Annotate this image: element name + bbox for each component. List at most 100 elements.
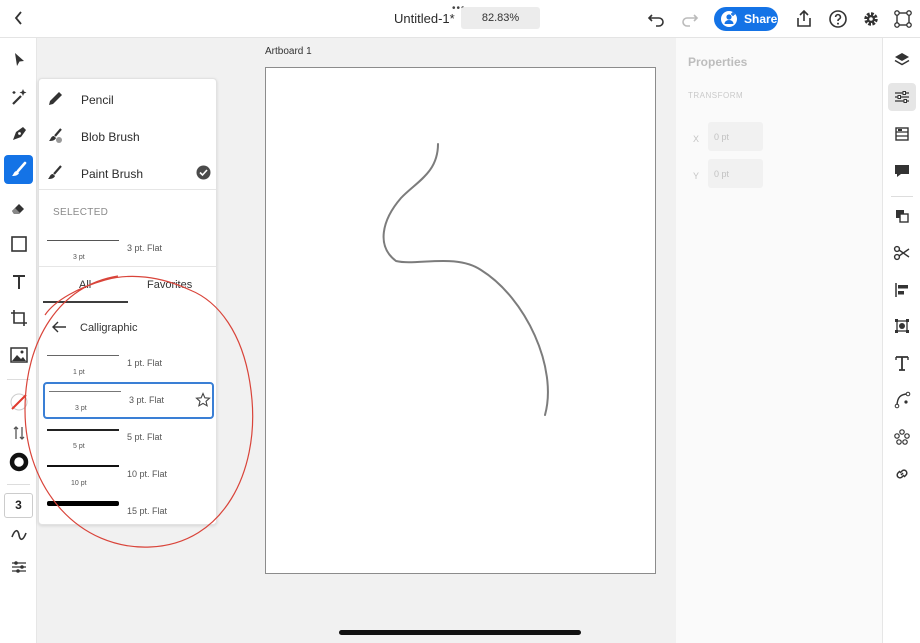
swap-arrows-icon (13, 425, 24, 440)
comments-button[interactable] (888, 157, 916, 185)
wave-icon (10, 529, 27, 540)
top-bar: ••• Untitled-1* 82.83% Share (0, 0, 920, 38)
brush-tool[interactable] (4, 155, 33, 184)
cut-button[interactable] (888, 239, 916, 267)
menu-item-paint-brush[interactable]: Paint Brush (39, 155, 216, 192)
brush-name: 15 pt. Flat (127, 506, 168, 516)
paint-brush-icon (48, 165, 62, 179)
brush-row[interactable]: 10 pt 10 pt. Flat (43, 457, 214, 491)
transform-button[interactable] (888, 312, 916, 340)
brush-row[interactable]: 15 pt. Flat (43, 494, 214, 524)
arrange-button[interactable] (888, 202, 916, 230)
pencil-icon (49, 92, 62, 105)
radial-repeat-icon (894, 429, 910, 445)
layers-button[interactable] (888, 46, 916, 74)
blob-brush-icon (49, 128, 62, 143)
image-tool[interactable] (4, 340, 33, 369)
path-button[interactable] (888, 386, 916, 414)
text-button[interactable] (888, 349, 916, 377)
back-chevron-icon[interactable] (10, 9, 28, 27)
align-button[interactable] (888, 276, 916, 304)
selected-brush: 3 pt 3 pt. Flat (43, 231, 214, 265)
artboard-label: Artboard 1 (265, 46, 312, 57)
divider (39, 266, 216, 267)
eraser-tool[interactable] (4, 193, 33, 222)
collaborate-icon[interactable] (893, 9, 913, 29)
brush-stroke-preview (47, 429, 119, 431)
pen-nib-icon (12, 126, 26, 140)
bezier-path-icon (894, 391, 911, 409)
left-toolbar: 3 (0, 38, 37, 643)
repeat-button[interactable] (888, 423, 916, 451)
redo-icon[interactable] (680, 9, 700, 29)
fill-swatch[interactable] (4, 387, 33, 416)
libraries-button[interactable] (888, 120, 916, 148)
checkmark-circle-icon (196, 165, 211, 180)
transform-icon (895, 319, 909, 333)
brush-size: 3 pt (75, 405, 87, 412)
category-title: Calligraphic (80, 322, 138, 334)
brush-stroke-preview (47, 355, 119, 356)
menu-item-blob-brush[interactable]: Blob Brush (39, 118, 216, 155)
crop-tool[interactable] (4, 303, 33, 332)
brush-row[interactable]: 1 pt 1 pt. Flat (43, 346, 214, 380)
brush-size: 1 pt (73, 369, 85, 376)
star-outline-icon[interactable] (195, 392, 211, 408)
menu-item-label: Blob Brush (81, 130, 140, 144)
brush-size: 3 pt (73, 254, 85, 261)
selection-tool[interactable] (4, 45, 33, 74)
properties-button[interactable] (888, 83, 916, 111)
properties-panel: Properties TRANSFORM X 0 pt Y 0 pt (676, 38, 882, 643)
menu-item-label: Pencil (81, 93, 114, 107)
export-icon[interactable] (794, 9, 814, 29)
link-button[interactable] (888, 460, 916, 488)
brush-name: 10 pt. Flat (127, 469, 168, 479)
zoom-level[interactable]: 82.83% (461, 7, 540, 29)
stroke-weight-button[interactable]: 3 (4, 493, 33, 518)
right-toolbar (882, 38, 920, 643)
eraser-icon (11, 203, 24, 214)
properties-title: Properties (688, 55, 748, 69)
brush-stroke-preview (49, 391, 121, 392)
stroke-swatch[interactable] (4, 447, 33, 476)
brush-size: 10 pt (71, 480, 87, 487)
menu-item-pencil[interactable]: Pencil (39, 81, 216, 118)
smart-select-tool[interactable] (4, 82, 33, 111)
undo-icon[interactable] (646, 9, 666, 29)
brush-size: 5 pt (73, 443, 85, 450)
brush-settings-tool[interactable] (4, 552, 33, 581)
tab-indicator (43, 301, 128, 303)
shape-tool[interactable] (4, 229, 33, 258)
brush-row[interactable]: 5 pt 5 pt. Flat (43, 420, 214, 454)
y-field[interactable]: 0 pt (708, 159, 763, 188)
document-title[interactable]: Untitled-1* (394, 11, 455, 26)
tab-all[interactable]: All (79, 279, 91, 291)
artboard[interactable] (265, 67, 656, 574)
y-label: Y (693, 171, 700, 181)
arrange-layers-icon (896, 210, 909, 223)
smoothing-tool[interactable] (4, 520, 33, 549)
divider (39, 189, 216, 190)
x-field[interactable]: 0 pt (708, 122, 763, 151)
tab-favorites[interactable]: Favorites (147, 279, 192, 291)
back-arrow-icon[interactable] (51, 319, 67, 335)
help-icon[interactable] (828, 9, 848, 29)
toolbar-divider (7, 379, 30, 380)
brush-stroke-preview (47, 465, 119, 467)
brush-row[interactable]: 3 pt 3 pt. Flat (43, 382, 214, 419)
share-button[interactable]: Share (714, 7, 778, 31)
brush-name: 3 pt. Flat (129, 395, 165, 405)
image-icon (9, 346, 28, 363)
gear-icon[interactable] (861, 9, 881, 29)
sliders-icon (11, 560, 26, 573)
swap-colors-button[interactable] (4, 418, 33, 447)
crop-rotate-icon (10, 309, 27, 326)
x-label: X (693, 134, 700, 144)
link-icon (896, 469, 908, 479)
magic-wand-icon (11, 88, 26, 105)
brush-name: 5 pt. Flat (127, 432, 163, 442)
drawn-stroke[interactable] (266, 68, 655, 573)
type-tool[interactable] (4, 267, 33, 296)
sliders-icon (895, 91, 909, 103)
pen-tool[interactable] (4, 119, 33, 148)
